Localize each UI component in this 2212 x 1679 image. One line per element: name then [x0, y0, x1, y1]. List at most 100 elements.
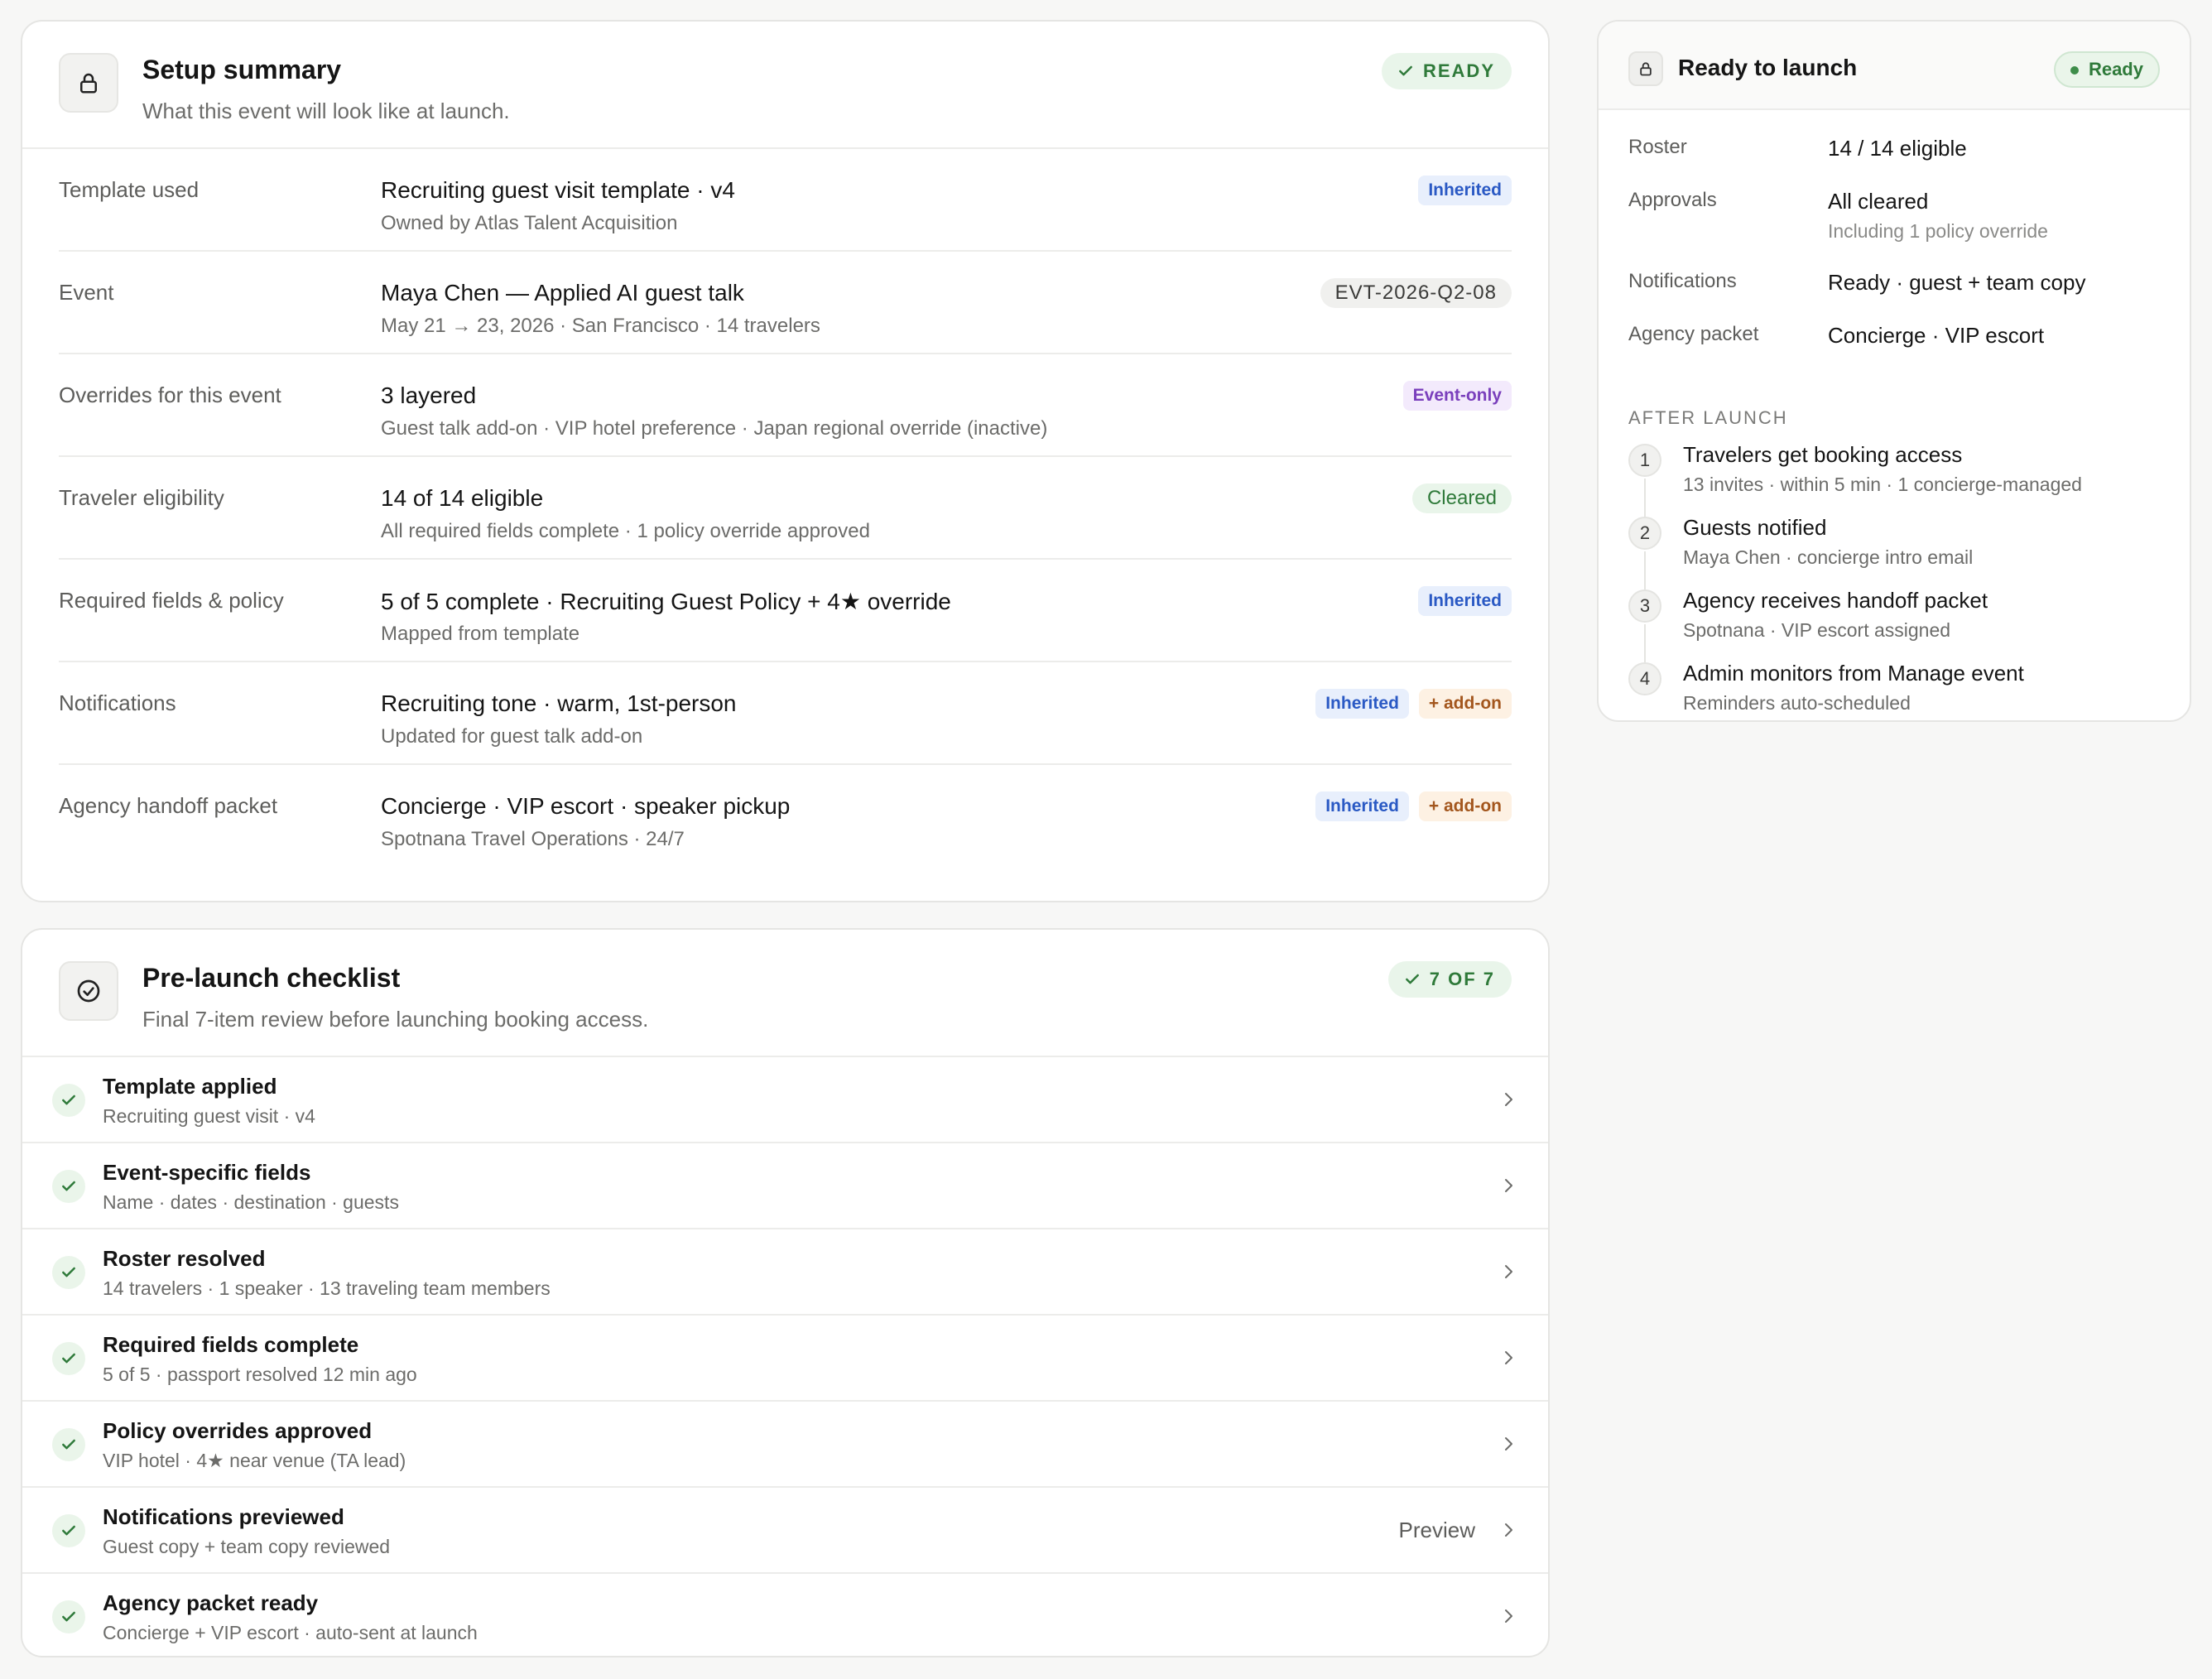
summary-row-label: Traveler eligibility	[59, 485, 224, 510]
check-icon	[1399, 65, 1412, 76]
chevron-right-icon[interactable]	[1498, 1173, 1518, 1202]
checklist-item-title: Policy overrides approved	[103, 1418, 373, 1443]
checklist-item-detail: VIP hotel · 4★ near venue (TA lead)	[103, 1450, 406, 1471]
step-connector	[1644, 624, 1646, 662]
checklist-item-detail: Name · dates · destination · guests	[103, 1191, 399, 1213]
notifications-label: Notifications	[1628, 270, 1737, 292]
check-icon	[1405, 974, 1419, 984]
summary-row-detail: All required fields complete · 1 policy …	[381, 520, 870, 542]
summary-row-overrides-for-this-event: Overrides for this event 3 layered Guest t…	[59, 354, 1512, 457]
chevron-right-icon[interactable]	[1498, 1345, 1518, 1374]
after-launch-heading: AFTER LAUNCH	[1628, 407, 1788, 428]
summary-row-detail: Owned by Atlas Talent Acquisition	[381, 212, 678, 234]
lock-icon	[1628, 51, 1663, 86]
approvals-sub: Including 1 policy override	[1828, 220, 2048, 242]
tag-evt-2026-q2-08: EVT-2026-Q2-08	[1320, 278, 1512, 308]
step-number: 2	[1628, 517, 1661, 550]
step-title: Travelers get booking access	[1683, 442, 1963, 467]
ready-to-launch-card: Ready to launch Ready Roster 14 / 14 eli…	[1597, 20, 2191, 722]
summary-row-traveler-eligibility: Traveler eligibility 14 of 14 eligible All…	[59, 457, 1512, 560]
checklist-items: Template applied Recruiting guest visit ·…	[22, 1057, 1548, 1656]
checklist-item-title: Event-specific fields	[103, 1160, 311, 1185]
check-icon	[52, 1256, 85, 1289]
preview-link[interactable]: Preview	[1399, 1518, 1475, 1543]
checklist-item-title: Required fields complete	[103, 1332, 359, 1357]
checklist-item-title: Roster resolved	[103, 1246, 266, 1271]
check-circle-icon	[59, 961, 118, 1021]
check-icon	[52, 1342, 85, 1375]
approvals-value: All cleared	[1828, 189, 1929, 214]
summary-row-label: Event	[59, 280, 114, 305]
checklist-item-title: Notifications previewed	[103, 1504, 344, 1529]
tag-inherited: Inherited	[1418, 586, 1512, 616]
step-number: 4	[1628, 662, 1661, 695]
summary-row-value: 14 of 14 eligible	[381, 485, 544, 511]
check-icon	[52, 1170, 85, 1203]
summary-row-required-fields-policy: Required fields & policy 5 of 5 complete …	[59, 560, 1512, 662]
checklist-item-event-specific-fields[interactable]: Event-specific fields Name · dates · dest…	[22, 1143, 1548, 1229]
tag-inherited: Inherited	[1418, 176, 1512, 205]
summary-row-tags: Inherited + add-on	[1315, 689, 1512, 719]
checklist-item-notifications-previewed[interactable]: Notifications previewed Guest copy + team…	[22, 1488, 1548, 1574]
checklist-item-roster-resolved[interactable]: Roster resolved 14 travelers · 1 speaker …	[22, 1229, 1548, 1316]
summary-row-label: Required fields & policy	[59, 588, 284, 613]
chevron-right-icon[interactable]	[1498, 1518, 1518, 1547]
check-icon	[52, 1514, 85, 1547]
checklist-item-template-applied[interactable]: Template applied Recruiting guest visit ·…	[22, 1057, 1548, 1143]
checklist-header: Pre-launch checklist Final 7-item review…	[22, 930, 1548, 1057]
checklist-item-title: Agency packet ready	[103, 1590, 319, 1615]
step-number: 1	[1628, 444, 1661, 477]
launch-status-text: Ready	[2088, 59, 2143, 79]
tag-inherited: Inherited	[1315, 791, 1409, 821]
checklist-status-text: 7 OF 7	[1429, 969, 1495, 989]
setup-summary-title: Setup summary	[142, 55, 342, 84]
check-icon	[52, 1428, 85, 1461]
chevron-right-icon[interactable]	[1498, 1087, 1518, 1116]
chevron-right-icon[interactable]	[1498, 1259, 1518, 1288]
step-connector	[1644, 479, 1646, 517]
summary-row-tags: Cleared	[1411, 483, 1512, 513]
check-icon	[52, 1600, 85, 1633]
checklist-item-agency-packet-ready[interactable]: Agency packet ready Concierge + VIP escor…	[22, 1574, 1548, 1656]
summary-row-tags: Inherited	[1418, 586, 1512, 616]
summary-row-value: Recruiting guest visit template · v4	[381, 177, 735, 203]
setup-status-text: READY	[1422, 60, 1495, 81]
summary-row-value: Recruiting tone · warm, 1st-person	[381, 690, 737, 716]
step-connector	[1644, 551, 1646, 589]
summary-row-value: Concierge · VIP escort · speaker pickup	[381, 793, 791, 819]
checklist-title: Pre-launch checklist	[142, 963, 401, 993]
chevron-right-icon[interactable]	[1498, 1604, 1518, 1633]
chevron-right-icon[interactable]	[1498, 1431, 1518, 1460]
step-title: Agency receives handoff packet	[1683, 588, 1988, 613]
checklist-item-required-fields-complete[interactable]: Required fields complete 5 of 5 · passpor…	[22, 1316, 1548, 1402]
agency-packet-label: Agency packet	[1628, 323, 1759, 345]
step-title: Guests notified	[1683, 515, 1827, 540]
summary-row-value: Maya Chen — Applied AI guest talk	[381, 280, 744, 305]
step-detail: 13 invites · within 5 min · 1 concierge-…	[1683, 474, 2082, 495]
check-icon	[52, 1084, 85, 1117]
summary-row-notifications: Notifications Recruiting tone · warm, 1st…	[59, 662, 1512, 765]
agency-packet-value: Concierge · VIP escort	[1828, 323, 2045, 348]
checklist-item-policy-overrides-approved[interactable]: Policy overrides approved VIP hotel · 4★ …	[22, 1402, 1548, 1488]
launch-title: Ready to launch	[1678, 55, 1858, 80]
approvals-label: Approvals	[1628, 189, 1717, 211]
tag-event-only: Event-only	[1402, 381, 1512, 411]
setup-summary-header: Setup summary What this event will look …	[22, 22, 1548, 149]
lock-icon	[59, 53, 118, 113]
step-title: Admin monitors from Manage event	[1683, 661, 2024, 686]
tag-cleared: Cleared	[1411, 483, 1512, 513]
summary-row-label: Template used	[59, 177, 200, 202]
step-detail: Maya Chen · concierge intro email	[1683, 546, 1974, 568]
summary-row-detail: Spotnana Travel Operations · 24/7	[381, 828, 685, 850]
summary-row-template-used: Template used Recruiting guest visit temp…	[59, 149, 1512, 252]
setup-rows: Template used Recruiting guest visit temp…	[59, 149, 1512, 868]
prelaunch-checklist-card: Pre-launch checklist Final 7-item review…	[21, 928, 1550, 1657]
summary-row-detail: Updated for guest talk add-on	[381, 725, 643, 748]
launch-status-badge: Ready	[2053, 51, 2160, 88]
checklist-item-detail: Concierge + VIP escort · auto-sent at la…	[103, 1622, 478, 1643]
checklist-status-badge: 7 OF 7	[1387, 961, 1512, 998]
summary-row-label: Overrides for this event	[59, 382, 281, 407]
summary-row-label: Notifications	[59, 690, 176, 715]
tag-add-on: + add-on	[1418, 689, 1512, 719]
setup-summary-subtitle: What this event will look like at launch…	[142, 99, 510, 123]
